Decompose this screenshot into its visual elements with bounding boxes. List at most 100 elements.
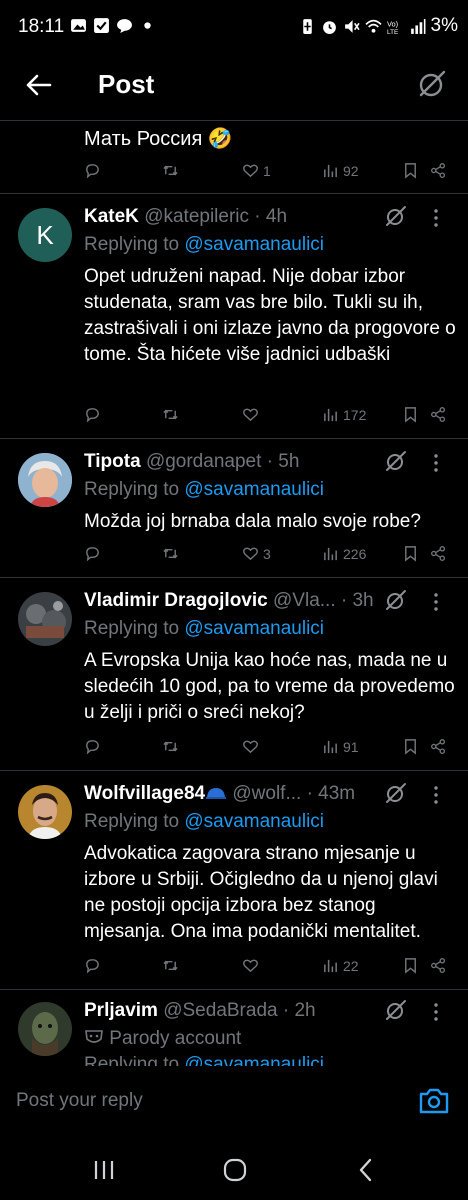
- grok-icon[interactable]: [384, 781, 408, 805]
- back-nav-icon[interactable]: [352, 1156, 380, 1184]
- repost-button[interactable]: [162, 738, 179, 755]
- reply-button[interactable]: [84, 957, 101, 974]
- heart-icon: [243, 547, 258, 561]
- bookmark-button[interactable]: [402, 957, 419, 974]
- bookmark-button[interactable]: [402, 406, 419, 423]
- avatar-photo: [18, 785, 72, 839]
- avatar[interactable]: K: [18, 208, 72, 262]
- dot-icon: [144, 22, 151, 29]
- bookmark-button[interactable]: [402, 162, 419, 179]
- bookmark-button[interactable]: [402, 738, 419, 755]
- grok-icon[interactable]: [416, 68, 448, 100]
- more-options-icon[interactable]: [432, 1002, 440, 1022]
- reply-tweet[interactable]: Tipota @gordanapet · 5h Replying to @sav…: [0, 439, 468, 577]
- avatar[interactable]: [18, 1002, 72, 1056]
- heart-icon: [243, 740, 258, 754]
- more-options-icon[interactable]: [432, 785, 440, 805]
- like-button[interactable]: [242, 406, 263, 423]
- battery-level: 3%: [430, 15, 458, 36]
- reply-tweet[interactable]: Vladimir Dragojlovic @Vla... · 3h Replyi…: [0, 578, 468, 770]
- recent-apps-icon[interactable]: [90, 1156, 118, 1184]
- home-icon[interactable]: [221, 1156, 249, 1184]
- like-button[interactable]: [242, 957, 263, 974]
- avatar-photo: [18, 592, 72, 646]
- mention-link[interactable]: @savamanaulici: [184, 1054, 324, 1066]
- parody-label: Parody account: [84, 1028, 241, 1050]
- avatar[interactable]: [18, 592, 72, 646]
- reply-tweet[interactable]: K KateK @katepileric · 4h Replying to @s…: [0, 194, 468, 438]
- bookmark-button[interactable]: [402, 545, 419, 562]
- grok-icon[interactable]: [384, 998, 408, 1022]
- share-button[interactable]: [430, 957, 447, 974]
- avatar[interactable]: [18, 785, 72, 839]
- more-options-icon[interactable]: [432, 453, 440, 473]
- repost-button[interactable]: [162, 957, 179, 974]
- reply-bar: Post your reply: [0, 1066, 468, 1138]
- reply-tweet[interactable]: Wolfvillage84 @wolf... · 43m Replying to…: [0, 771, 468, 989]
- views-icon: [324, 959, 337, 973]
- repost-button[interactable]: [162, 545, 179, 562]
- reply-button[interactable]: [84, 406, 101, 423]
- battery-saver-icon: [302, 18, 312, 34]
- reply-icon: [86, 164, 99, 179]
- grok-icon[interactable]: [384, 588, 408, 612]
- reply-input[interactable]: Post your reply: [16, 1090, 143, 1112]
- heart-icon: [243, 164, 258, 178]
- like-count: 3: [263, 545, 271, 562]
- more-options-icon[interactable]: [432, 208, 440, 228]
- share-button[interactable]: [430, 545, 447, 562]
- avatar[interactable]: [18, 453, 72, 507]
- status-time: 18:11: [18, 16, 65, 37]
- display-name[interactable]: Tipota: [84, 451, 141, 472]
- replying-to: Replying to @savamanaulici: [84, 618, 325, 639]
- repost-icon: [163, 165, 178, 176]
- more-options-icon[interactable]: [432, 592, 440, 612]
- share-icon: [431, 958, 446, 973]
- views-button[interactable]: 172: [322, 406, 366, 423]
- views-button[interactable]: 92: [322, 162, 359, 179]
- like-count: 1: [263, 162, 271, 179]
- grok-icon[interactable]: [384, 449, 408, 473]
- views-button[interactable]: 22: [322, 957, 359, 974]
- handle-time: @katepileric · 4h: [144, 206, 288, 227]
- mention-link[interactable]: @savamanaulici: [184, 811, 324, 832]
- handle-time: @SedaBrada · 2h: [163, 1000, 316, 1021]
- reply-button[interactable]: [84, 545, 101, 562]
- reply-button[interactable]: [84, 738, 101, 755]
- mention-link[interactable]: @savamanaulici: [184, 234, 324, 255]
- mention-link[interactable]: @savamanaulici: [184, 479, 324, 500]
- alarm-icon: [322, 20, 336, 34]
- views-button[interactable]: 226: [322, 545, 366, 562]
- like-button[interactable]: 1: [242, 162, 271, 179]
- tweet-text: A Evropska Unija kao hoće nas, mada ne u…: [84, 650, 455, 723]
- mention-link[interactable]: @savamanaulici: [184, 618, 324, 639]
- display-name[interactable]: Prljavim: [84, 1000, 158, 1021]
- like-button[interactable]: 3: [242, 545, 271, 562]
- share-button[interactable]: [430, 406, 447, 423]
- repost-button[interactable]: [162, 406, 179, 423]
- grok-icon[interactable]: [384, 204, 408, 228]
- wifi-icon: [364, 19, 382, 33]
- reply-tweet[interactable]: Prljavim @SedaBrada · 2h Parody account …: [0, 990, 468, 1066]
- share-button[interactable]: [430, 738, 447, 755]
- svg-text:LTE: LTE: [387, 28, 398, 34]
- display-name[interactable]: Vladimir Dragojlovic: [84, 590, 268, 611]
- view-count: 226: [343, 545, 367, 562]
- share-icon: [431, 163, 446, 178]
- like-button[interactable]: [242, 738, 263, 755]
- tweet-actions: 22: [84, 957, 454, 981]
- back-arrow-icon[interactable]: [22, 68, 56, 102]
- display-name[interactable]: KateK: [84, 206, 139, 227]
- tweet-actions: 172: [84, 406, 454, 430]
- camera-icon[interactable]: [418, 1086, 450, 1116]
- display-name[interactable]: Wolfvillage84: [84, 783, 205, 804]
- reply-icon: [86, 959, 99, 974]
- views-button[interactable]: 91: [322, 738, 359, 755]
- handle-time: @gordanapet · 5h: [145, 451, 300, 472]
- reply-icon: [86, 547, 99, 562]
- reply-button[interactable]: [84, 162, 101, 179]
- replying-to: Replying to @savamanaulici: [84, 234, 325, 255]
- share-button[interactable]: [430, 162, 447, 179]
- repost-button[interactable]: [162, 162, 179, 179]
- tweet-actions: 91: [84, 738, 454, 762]
